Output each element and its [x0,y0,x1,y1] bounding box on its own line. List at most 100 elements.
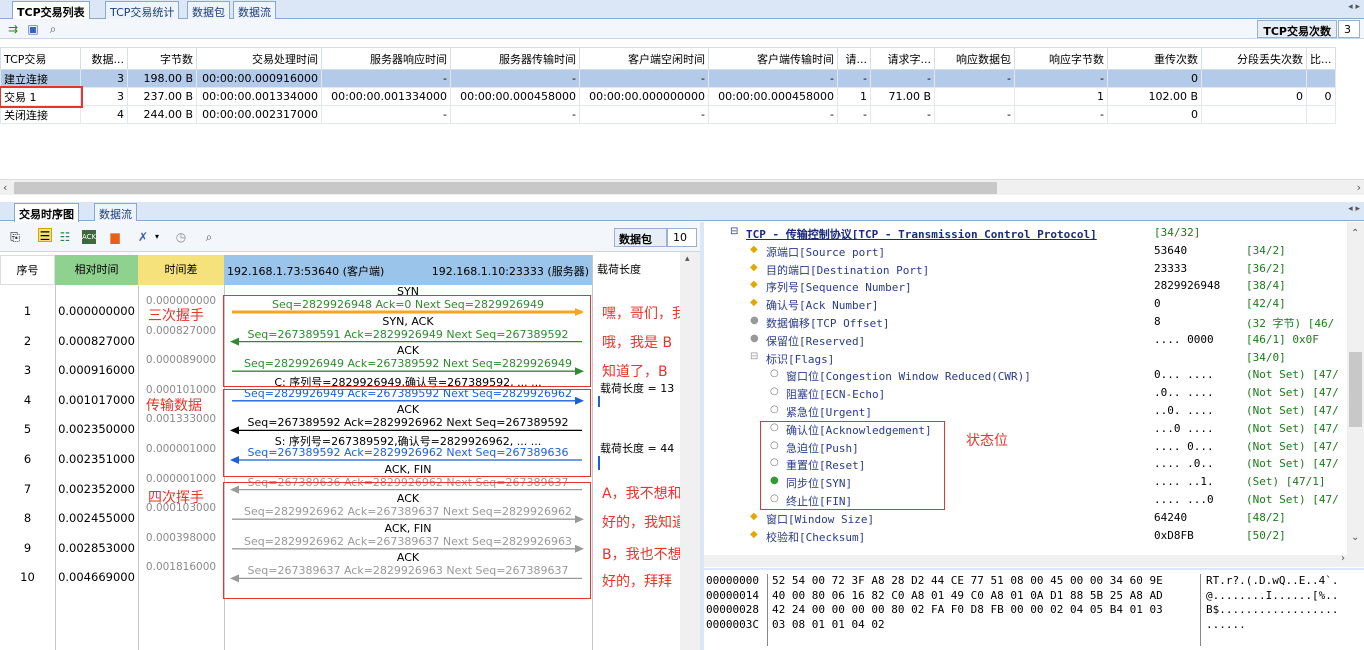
column-header[interactable]: 服务器响应时间 [321,47,451,70]
table-cell: - [579,105,709,124]
field-icon: ◆ [750,261,758,273]
scroll-right-icon[interactable]: › [1357,181,1361,194]
tree-field-label[interactable]: 确认号[Ack Number] [766,297,878,313]
highlight-icon[interactable]: ▆ [108,230,122,244]
annotation-state: 状态位 [966,433,1008,449]
table-cell: 00:00:00.001334000 [196,87,322,106]
zoom-icon[interactable]: ⌕ [202,230,216,244]
table-cell: - [321,105,451,124]
scroll-up-icon[interactable]: ▴ [685,254,690,264]
column-header[interactable]: 请求字... [870,47,935,70]
outline-icon[interactable]: ☷ [58,230,72,244]
payload-bar-1 [598,396,600,407]
column-header[interactable]: 分段丢失次数 [1201,47,1307,70]
collapse-icon[interactable]: ⊟ [730,226,738,237]
tree-field-ref: (Not Set) [47/ [1246,421,1339,435]
tree-scroll-thumb[interactable] [1349,352,1362,427]
tree-field-label[interactable]: TCP - 传输控制协议[TCP - Transmission Control … [746,226,1097,242]
table-row[interactable]: 建立连接 3 198.00 B 00:00:00.000916000- - - - - - - -0 [0,69,1336,88]
sequence-vscroll[interactable]: ▴ [680,252,700,650]
tree-scroll-down-icon[interactable]: ⌄ [1351,532,1359,543]
tab-packets[interactable]: 数据包 [187,1,230,19]
column-header[interactable]: TCP交易 [0,47,81,70]
table-cell: 1 [837,87,871,106]
font-icon[interactable]: ✗ [136,230,150,244]
scroll-left-icon[interactable]: ‹ [3,181,7,194]
tab-tcp-transaction-stats[interactable]: TCP交易统计 [105,1,180,19]
column-header[interactable]: 响应数据包 [934,47,1015,70]
hex-offsets: 00000000 00000014 00000028 0000003C [706,574,759,631]
table-cell: - [934,69,1015,88]
field-icon: ◆ [750,279,758,291]
table-cell: 0 [1306,87,1336,106]
list-icon[interactable]: ☰ [38,228,52,243]
tab-data-flow[interactable]: 数据流 [94,203,137,221]
horizontal-scrollbar[interactable]: ‹ › [0,179,1364,195]
seq-number: 7 [23,481,32,496]
table-cell: - [708,69,838,88]
tree-field-label[interactable]: 数据偏移[TCP Offset] [766,315,889,331]
table-cell: 4 [80,105,128,124]
column-header[interactable]: 重传次数 [1107,47,1202,70]
column-header[interactable]: 数据... [80,47,128,70]
tree-field-label[interactable]: 窗口位[Congestion Window Reduced(CWR)] [786,368,1031,384]
tree-field-value: .... 0... [1154,439,1214,453]
ack-icon[interactable]: ACK [82,230,96,244]
table-cell: 00:00:00.000916000 [196,69,322,88]
table-row[interactable]: 关闭连接 4 244.00 B 00:00:00.002317000- - - - - - - -0 [0,105,1336,124]
relative-time: 0.000916000 [58,363,135,378]
tab-scroll-arrows-icon[interactable]: ◂ ▸ [1348,2,1360,12]
time-diff: 0.001816000 [145,561,217,574]
tree-field-label[interactable]: 窗口[Window Size] [766,511,874,527]
column-header[interactable]: 服务器传输时间 [450,47,580,70]
tree-field-label[interactable]: 校验和[Checksum] [766,529,865,545]
column-header[interactable]: 比... [1306,47,1336,70]
tree-field-label[interactable]: 保留位[Reserved] [766,333,865,349]
tree-field-label[interactable]: 目的端口[Destination Port] [766,262,929,278]
tab-tcp-transaction-list[interactable]: TCP交易列表 [12,1,90,20]
table-row[interactable]: 交易 1 3 237.00 B 00:00:00.001334000 00:00:00.… [0,85,1336,108]
payload-label-2: 载荷长度 = 44 [600,442,675,455]
column-header[interactable]: 客户端空闲时间 [579,47,709,70]
table-cell: - [870,69,935,88]
tree-hscroll[interactable]: › [704,553,1347,567]
column-header[interactable]: 响应字节数 [1014,47,1108,70]
column-header[interactable]: 客户端传输时间 [708,47,838,70]
field-icon: ◆ [750,510,758,522]
scroll-thumb[interactable] [14,182,997,194]
time-diff: 0.000101000 [145,383,217,396]
tree-field-label[interactable]: 紧急位[Urgent] [786,404,872,420]
tree-field-label[interactable]: 标识[Flags] [766,351,834,367]
tree-vscroll[interactable]: ⌃ ⌄ [1347,222,1364,567]
tree-scroll-right-icon[interactable]: › [1341,553,1345,564]
table-cell: 00:00:00.000000000 [579,87,709,106]
column-header[interactable]: 交易处理时间 [196,47,322,70]
clock-icon[interactable]: ◷ [174,230,188,244]
tab-transaction-sequence[interactable]: 交易时序图 [14,203,79,222]
save-icon[interactable]: ▣ [26,22,40,36]
dropdown-icon[interactable]: ▾ [150,230,164,244]
tree-field-label[interactable]: 序列号[Sequence Number] [766,279,912,295]
search-icon[interactable]: ⌕ [46,22,60,36]
protocol-tree: ⊟ TCP - 传输控制协议[TCP - Transmission Control… [704,222,1364,567]
hex-bytes[interactable]: 52 54 00 72 3F A8 28 D2 44 CE 77 51 08 0… [772,574,1163,632]
time-diff: 0.000001000 [145,472,217,485]
tree-field-ref: (Not Set) [47/ [1246,368,1339,382]
copy-icon[interactable]: ⎘ [8,230,22,244]
column-header[interactable]: 请... [837,47,871,70]
collapse-icon[interactable]: ⊟ [750,351,758,362]
column-header[interactable]: 字节数 [127,47,197,70]
tree-field-label[interactable]: 阻塞位[ECN-Echo] [786,386,885,402]
hex-ascii[interactable]: RT.r?.(.D.wQ..E..4`. @........I......[%.… [1206,574,1338,632]
bottom-tab-bar: 交易时序图 数据流 ◂ ▸ [0,202,1364,222]
tree-scroll-up-icon[interactable]: ⌃ [1351,228,1359,239]
relative-time: 0.002350000 [58,422,135,437]
time-diff: 0.000001000 [145,443,217,455]
table-cell: 00:00:00.002317000 [196,105,322,124]
bottom-tab-scroll-icon[interactable]: ◂ ▸ [1348,204,1360,214]
tree-field-value: .... 0000 [1154,332,1214,346]
table-cell: 0 [1107,105,1202,124]
export-icon[interactable]: ⇉ [6,22,20,36]
tab-data-stream[interactable]: 数据流 [233,1,276,19]
tree-field-label[interactable]: 源端口[Source port] [766,244,885,260]
